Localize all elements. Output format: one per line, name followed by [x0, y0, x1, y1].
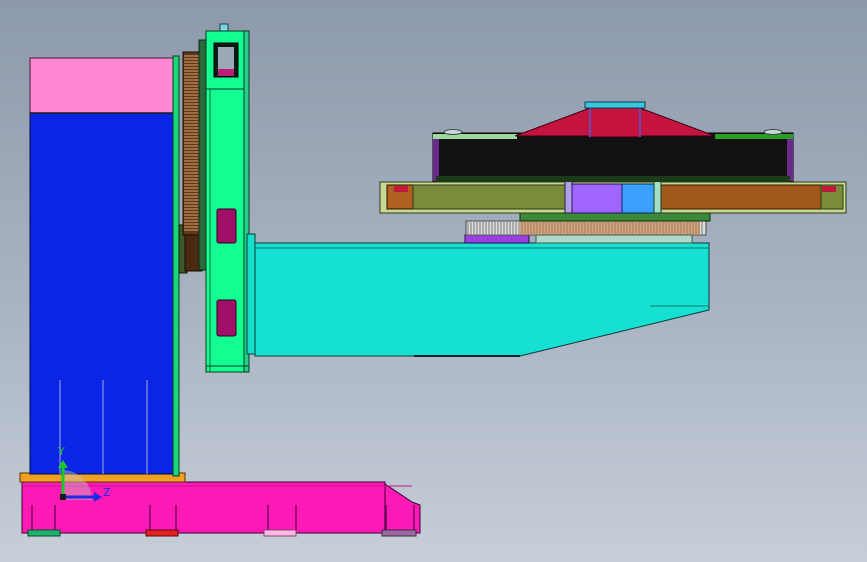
z-axis-label: Z	[103, 486, 111, 499]
y-axis-label: Y	[57, 445, 65, 458]
cantilever-arm	[246, 233, 710, 357]
model-view[interactable]: Y Z	[0, 0, 867, 562]
vertical-gear	[178, 39, 208, 274]
foot-mauve	[381, 529, 417, 537]
turntable	[379, 101, 847, 244]
foot-pink	[263, 529, 297, 537]
column	[19, 55, 186, 483]
foot-red	[145, 529, 179, 537]
cad-viewport[interactable]: Y Z	[0, 0, 867, 562]
foot-green	[27, 529, 61, 537]
upright-plate	[205, 23, 250, 373]
